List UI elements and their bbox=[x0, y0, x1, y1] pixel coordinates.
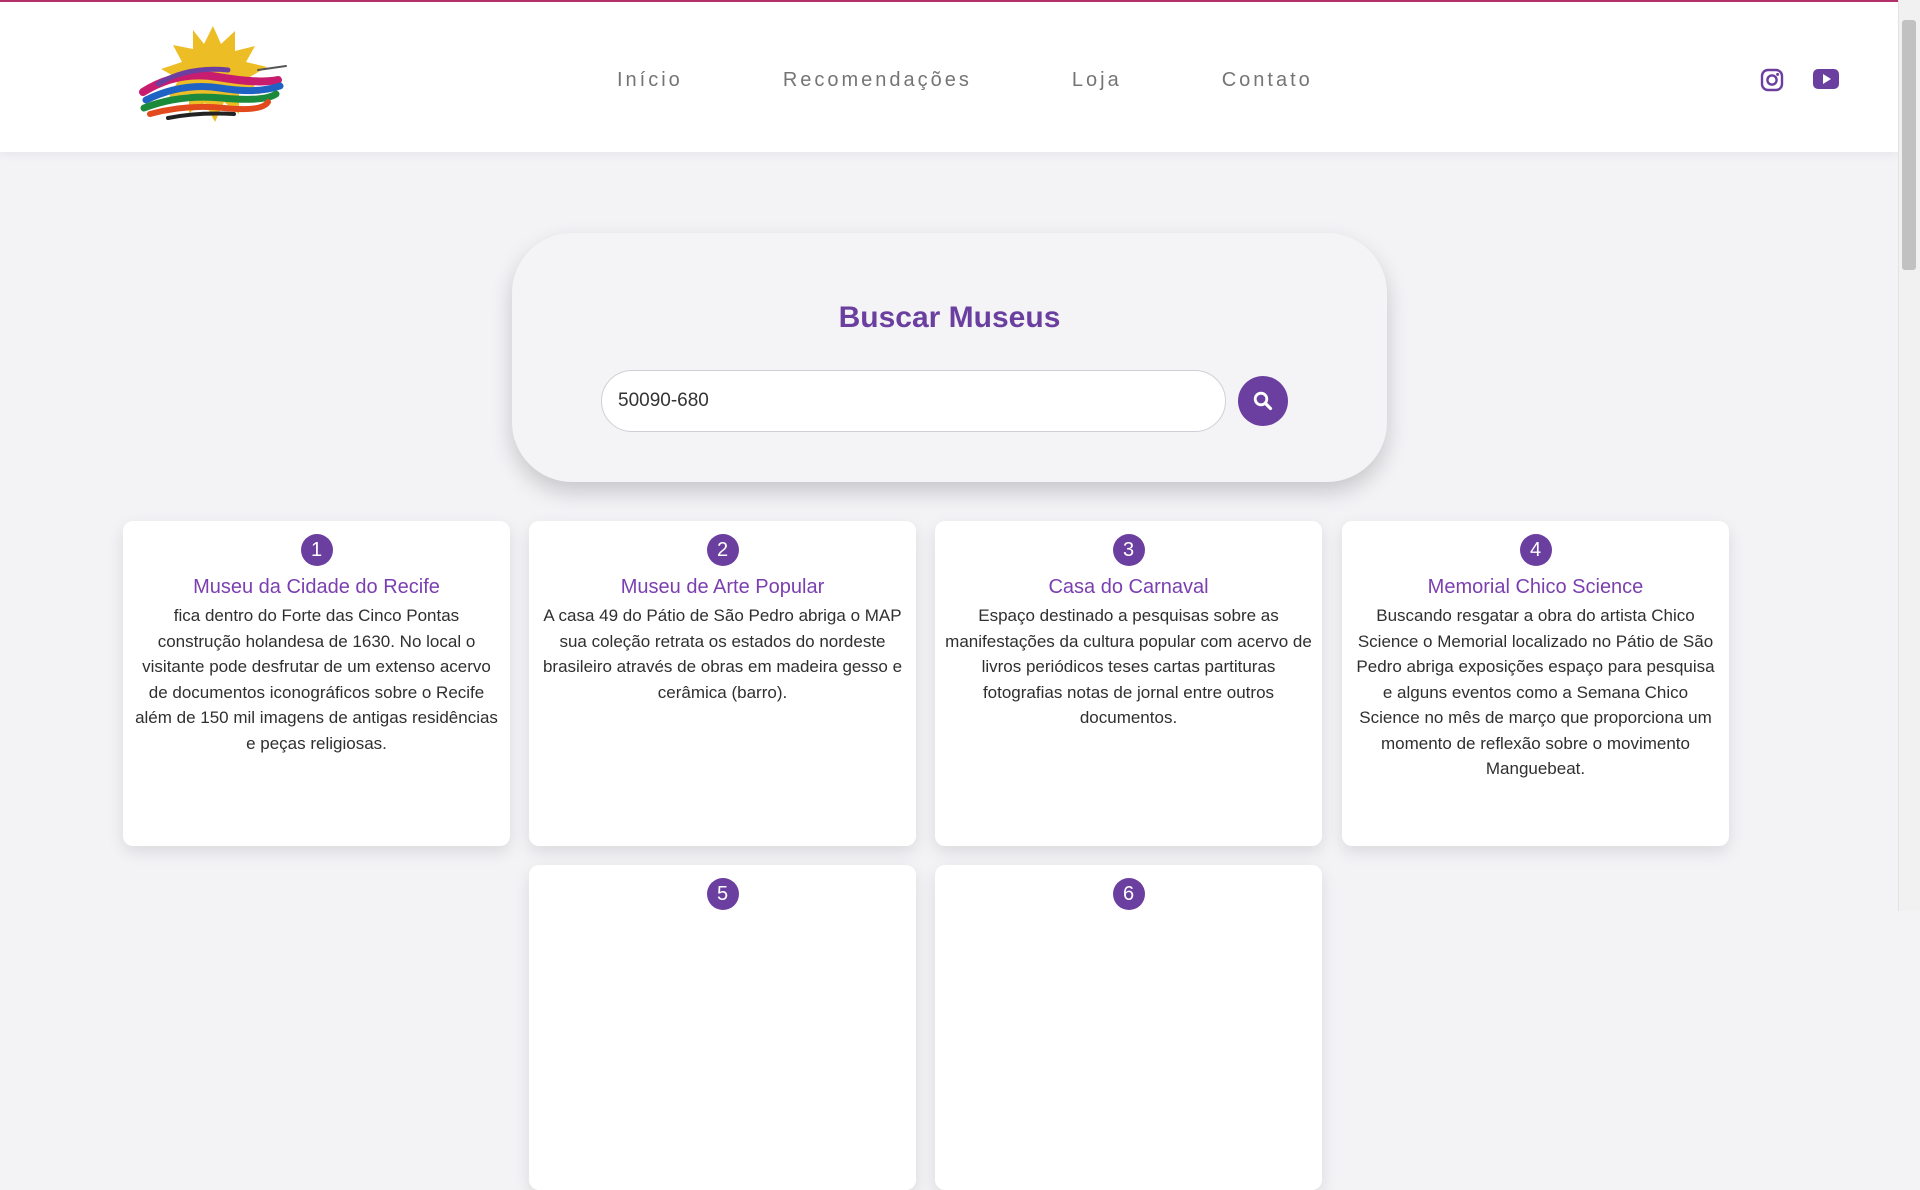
museum-card: 5 bbox=[529, 865, 916, 1190]
site-logo[interactable] bbox=[138, 22, 288, 127]
scrollbar-thumb[interactable] bbox=[1902, 20, 1916, 270]
search-button[interactable] bbox=[1238, 376, 1288, 426]
museum-card: 1 Museu da Cidade do Recife fica dentro … bbox=[123, 521, 510, 846]
card-title[interactable]: Casa do Carnaval bbox=[935, 575, 1322, 599]
card-description: A casa 49 do Pátio de São Pedro abriga o… bbox=[542, 606, 903, 702]
card-title[interactable]: Memorial Chico Science bbox=[1342, 575, 1729, 599]
card-description: fica dentro do Forte das Cinco Pontas co… bbox=[135, 606, 498, 753]
card-number-badge: 5 bbox=[706, 878, 739, 910]
card-number-badge: 2 bbox=[706, 534, 739, 566]
card-number-badge: 6 bbox=[1112, 878, 1145, 910]
card-title[interactable]: Museu da Cidade do Recife bbox=[123, 575, 510, 599]
card-description: Buscando resgatar a obra do artista Chic… bbox=[1356, 606, 1715, 778]
search-icon bbox=[1253, 391, 1273, 411]
nav-contato[interactable]: Contato bbox=[1222, 69, 1313, 92]
nav-loja[interactable]: Loja bbox=[1072, 69, 1122, 92]
card-number-badge: 3 bbox=[1112, 534, 1145, 566]
museum-card: 3 Casa do Carnaval Espaço destinado a pe… bbox=[935, 521, 1322, 846]
main-nav: Início Recomendações Loja Contato bbox=[617, 69, 1413, 92]
cep-search-input[interactable] bbox=[601, 370, 1226, 432]
museum-card: 4 Memorial Chico Science Buscando resgat… bbox=[1342, 521, 1729, 846]
nav-recomendacoes[interactable]: Recomendações bbox=[783, 69, 972, 92]
museum-card: 2 Museu de Arte Popular A casa 49 do Pát… bbox=[529, 521, 916, 846]
nav-inicio[interactable]: Início bbox=[617, 69, 683, 92]
youtube-icon[interactable] bbox=[1812, 68, 1840, 90]
card-description: Espaço destinado a pesquisas sobre as ma… bbox=[945, 606, 1312, 727]
museum-card: 6 bbox=[935, 865, 1322, 1190]
instagram-icon[interactable] bbox=[1760, 68, 1784, 92]
card-number-badge: 1 bbox=[300, 534, 333, 566]
card-title[interactable]: Museu de Arte Popular bbox=[529, 575, 916, 599]
search-title: Buscar Museus bbox=[838, 301, 1061, 334]
search-panel: Buscar Museus bbox=[512, 233, 1387, 482]
card-number-badge: 4 bbox=[1519, 534, 1552, 566]
page-scrollbar[interactable] bbox=[1898, 0, 1920, 911]
site-header: Início Recomendações Loja Contato bbox=[0, 2, 1898, 152]
